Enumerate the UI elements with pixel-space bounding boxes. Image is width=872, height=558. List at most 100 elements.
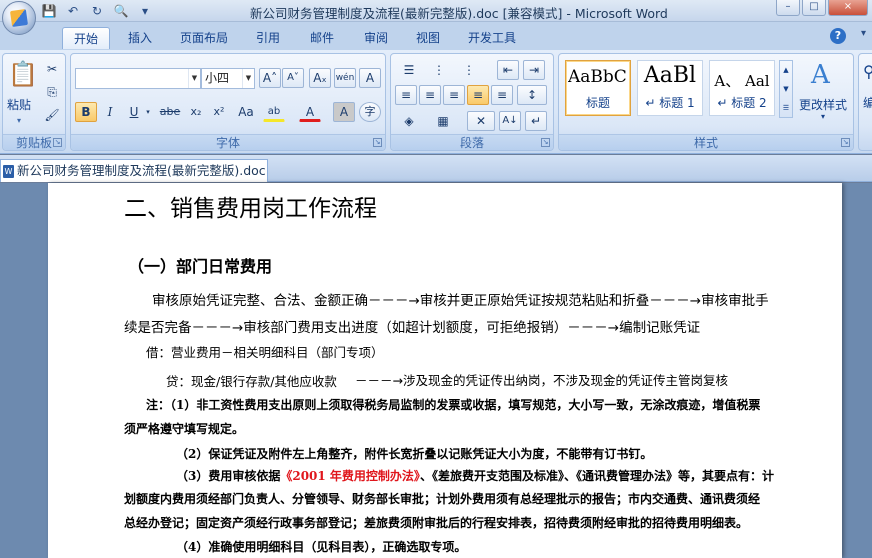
note-1-line: 注：（1）非工资性费用支出原则上须取得税务局监制的发票或收据，填写规范，大小写一… <box>146 398 761 412</box>
underline-button[interactable]: U <box>123 102 145 122</box>
style-heading-1[interactable]: AaBl ↵ 标题 1 <box>637 60 703 116</box>
styles-group-label: 样式 <box>559 134 853 150</box>
styles-scroll[interactable]: ▲ ▼ ☰ <box>779 60 793 118</box>
window-title: 新公司财务管理制度及流程(最新完整版).doc [兼容模式] - Microso… <box>250 6 668 21</box>
shading-button[interactable]: ◈ <box>395 111 423 131</box>
chevron-up-icon[interactable]: ▲ <box>780 61 792 80</box>
document-tab-label: 新公司财务管理制度及流程(最新完整版).doc <box>17 163 266 178</box>
font-name-combo[interactable]: ▼ <box>75 68 201 89</box>
styles-launcher-icon[interactable]: ↘ <box>841 138 850 147</box>
title-bar: 💾 ↶ ↻ 🔍 ▾ 新公司财务管理制度及流程(最新完整版).doc [兼容模式]… <box>0 0 872 22</box>
office-button[interactable] <box>2 1 36 35</box>
decrease-indent-button[interactable]: ⇤ <box>497 60 519 80</box>
line-spacing-button[interactable]: ↕ <box>517 85 547 105</box>
font-size-combo[interactable]: 小四 ▼ <box>201 68 255 89</box>
style-name: 标题 <box>585 96 610 110</box>
multilevel-list-button[interactable]: ⋮ <box>455 60 483 80</box>
cut-icon[interactable]: ✂ <box>41 59 63 79</box>
format-painter-icon[interactable]: 🖌 <box>41 105 63 125</box>
window-controls: – □ × <box>776 0 868 16</box>
italic-button[interactable]: I <box>99 102 121 122</box>
ribbon-options-icon[interactable]: ▾ <box>861 28 866 39</box>
maximize-button[interactable]: □ <box>802 0 826 16</box>
minimize-button[interactable]: – <box>776 0 800 16</box>
paste-button-label[interactable]: 粘贴 <box>7 96 31 113</box>
note-3-line: 总经办登记；固定资产须经行政事务部登记；差旅费须附审批后的行程安排表，招待费须附… <box>124 516 749 530</box>
tab-view[interactable]: 视图 <box>406 27 450 49</box>
change-styles-label: 更改样式 <box>799 98 848 112</box>
close-button[interactable]: × <box>828 0 868 16</box>
word-doc-icon: W <box>3 165 14 178</box>
tab-review[interactable]: 审阅 <box>354 27 398 49</box>
highlight-button[interactable]: ab <box>263 102 285 122</box>
ribbon-tabs: 开始 插入 页面布局 引用 邮件 审阅 视图 开发工具 ? ▾ <box>0 22 872 50</box>
customize-icon[interactable]: ▾ <box>136 3 154 19</box>
tab-insert[interactable]: 插入 <box>118 27 162 49</box>
chevron-down-icon[interactable]: ▼ <box>188 69 200 88</box>
grow-font-button[interactable]: A˄ <box>259 68 281 88</box>
chevron-down-icon[interactable]: ▼ <box>780 80 792 99</box>
paragraph-launcher-icon[interactable]: ↘ <box>541 138 550 147</box>
increase-indent-button[interactable]: ⇥ <box>523 60 545 80</box>
debit-entry: 借：营业费用－相关明细科目（部门专项） <box>146 345 384 360</box>
paragraph-group: ☰ ⋮ ⋮ ⇤ ⇥ ≡ ≡ ≡ ≡ ≡ ↕ ◈ ▦ ✕ A↓ ↵ 段落 ↘ <box>390 53 554 151</box>
font-group-label: 字体 <box>71 134 385 150</box>
enclose-char-button[interactable]: 字 <box>359 102 381 122</box>
change-styles-button[interactable]: A 更改样式 ▾ <box>799 58 851 134</box>
undo-icon[interactable]: ↶ <box>64 3 82 19</box>
print-preview-icon[interactable]: 🔍 <box>112 3 130 19</box>
style-heading-2[interactable]: A、 Aal ↵ 标题 2 <box>709 60 775 116</box>
save-icon[interactable]: 💾 <box>40 3 58 19</box>
document-tab[interactable]: W 新公司财务管理制度及流程(最新完整版).doc <box>0 159 268 182</box>
font-group: ▼ 小四 ▼ A˄ A˅ Aₓ wén A B I U ▾ abe x₂ x² … <box>70 53 386 151</box>
change-case-button[interactable]: Aa <box>233 102 259 122</box>
phonetic-guide-button[interactable]: wén <box>334 68 356 88</box>
bullets-button[interactable]: ☰ <box>395 60 423 80</box>
style-normal[interactable]: AaBbC( 标题 <box>565 60 631 116</box>
sort-button[interactable]: A↓ <box>499 111 521 131</box>
document-page[interactable]: 二、销售费用岗工作流程 （一）部门日常费用 审核原始凭证完整、合法、金额正确－－… <box>48 183 842 558</box>
redo-icon[interactable]: ↻ <box>88 3 106 19</box>
chevron-down-icon[interactable]: ▼ <box>242 69 254 88</box>
clipboard-launcher-icon[interactable]: ↘ <box>53 138 62 147</box>
paste-icon[interactable]: 📋 <box>8 60 38 90</box>
chinese-layout-button[interactable]: ✕ <box>467 111 495 131</box>
paragraph-line: 审核原始凭证完整、合法、金额正确－－－→审核并更正原始凭证按规范粘贴和折叠－－－… <box>152 293 769 309</box>
help-icon[interactable]: ? <box>830 28 846 44</box>
style-name: ↵ 标题 2 <box>717 96 767 110</box>
shrink-font-button[interactable]: A˅ <box>282 68 304 88</box>
find-icon[interactable]: ⚲ <box>863 62 872 84</box>
align-left-button[interactable]: ≡ <box>395 85 417 105</box>
style-sample: AaBbC( <box>568 67 628 87</box>
strikethrough-button[interactable]: abe <box>157 102 183 122</box>
font-launcher-icon[interactable]: ↘ <box>373 138 382 147</box>
subscript-button[interactable]: x₂ <box>185 102 207 122</box>
show-marks-button[interactable]: ↵ <box>525 111 547 131</box>
heading-2: 二、销售费用岗工作流程 <box>124 196 377 222</box>
numbering-button[interactable]: ⋮ <box>425 60 453 80</box>
heading-3: （一）部门日常费用 <box>128 257 273 276</box>
clear-format-button[interactable]: Aₓ <box>309 68 331 88</box>
tab-references[interactable]: 引用 <box>246 27 290 49</box>
distribute-button[interactable]: ≡ <box>491 85 513 105</box>
underline-dropdown-icon[interactable]: ▾ <box>143 102 153 122</box>
tab-page-layout[interactable]: 页面布局 <box>172 27 236 49</box>
tab-developer[interactable]: 开发工具 <box>460 27 524 49</box>
note-3-line: （3）费用审核依据《2001 年费用控制办法》、《差旅费开支范围及标准》、《通讯… <box>176 467 774 484</box>
editing-label[interactable]: 编 <box>863 94 872 111</box>
styles-group: AaBbC( 标题 AaBl ↵ 标题 1 A、 Aal ↵ 标题 2 ▲ ▼ … <box>558 53 854 151</box>
borders-button[interactable]: ▦ <box>429 111 457 131</box>
justify-button[interactable]: ≡ <box>467 85 489 105</box>
superscript-button[interactable]: x² <box>208 102 230 122</box>
char-border-button[interactable]: A <box>359 68 381 88</box>
bold-button[interactable]: B <box>75 102 97 122</box>
paste-dropdown-icon[interactable]: ▾ <box>17 116 21 125</box>
tab-mailings[interactable]: 邮件 <box>300 27 344 49</box>
tab-home[interactable]: 开始 <box>62 27 110 49</box>
align-right-button[interactable]: ≡ <box>443 85 465 105</box>
char-shading-button[interactable]: A <box>333 102 355 122</box>
copy-icon[interactable]: ⎘ <box>41 82 63 102</box>
center-button[interactable]: ≡ <box>419 85 441 105</box>
more-styles-icon[interactable]: ☰ <box>780 99 792 118</box>
font-color-button[interactable]: A <box>299 102 321 122</box>
